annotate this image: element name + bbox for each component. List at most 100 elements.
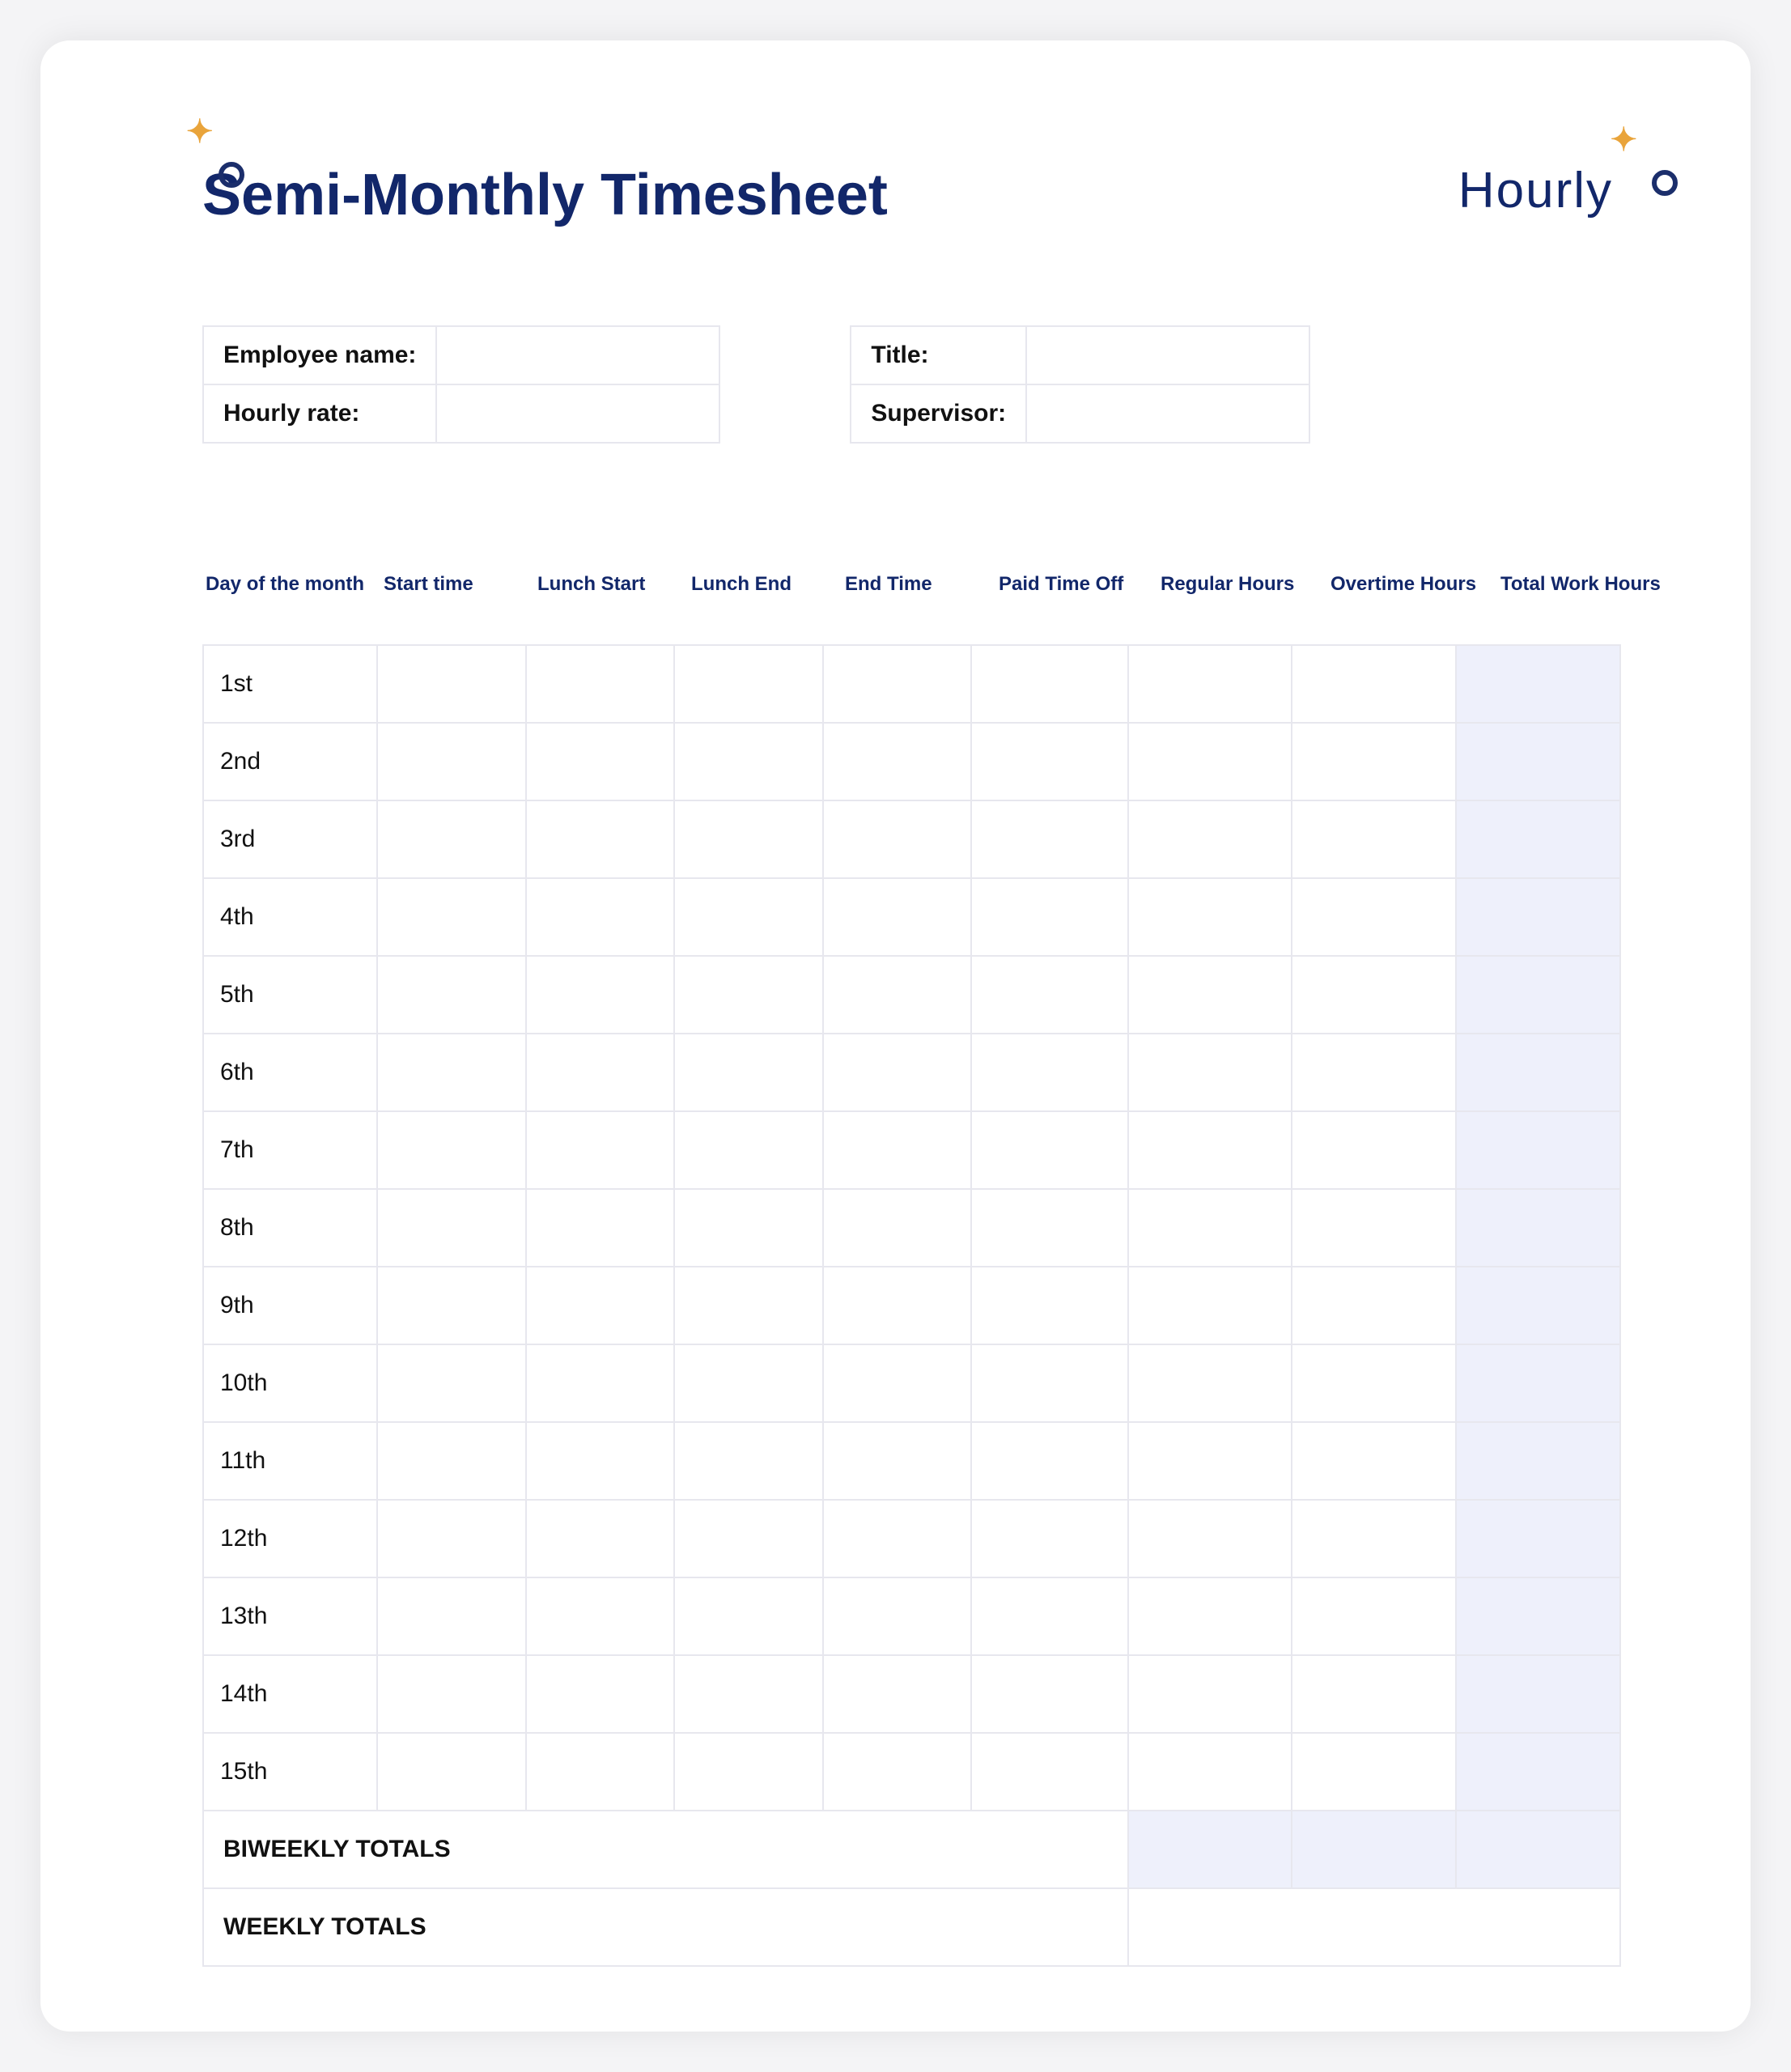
cell-regular[interactable] (1128, 1189, 1292, 1267)
cell-overtime[interactable] (1292, 1655, 1456, 1733)
cell-end[interactable] (823, 1422, 972, 1500)
cell-pto[interactable] (971, 1577, 1127, 1655)
cell-lunch-end[interactable] (674, 645, 823, 723)
cell-end[interactable] (823, 1655, 972, 1733)
cell-regular[interactable] (1128, 1422, 1292, 1500)
cell-overtime[interactable] (1292, 1577, 1456, 1655)
cell-pto[interactable] (971, 878, 1127, 956)
cell-overtime[interactable] (1292, 645, 1456, 723)
cell-lunch-start[interactable] (526, 878, 675, 956)
cell-pto[interactable] (971, 1267, 1127, 1344)
cell-start[interactable] (377, 645, 526, 723)
cell-end[interactable] (823, 1267, 972, 1344)
cell-pto[interactable] (971, 1034, 1127, 1111)
input-hourly-rate[interactable] (436, 384, 719, 443)
cell-start[interactable] (377, 1422, 526, 1500)
cell-end[interactable] (823, 1577, 972, 1655)
cell-lunch-end[interactable] (674, 1034, 823, 1111)
cell-lunch-end[interactable] (674, 1422, 823, 1500)
cell-regular[interactable] (1128, 1111, 1292, 1189)
cell-pto[interactable] (971, 1500, 1127, 1577)
cell-end[interactable] (823, 723, 972, 800)
cell-end[interactable] (823, 800, 972, 878)
cell-end[interactable] (823, 1111, 972, 1189)
cell-overtime[interactable] (1292, 723, 1456, 800)
cell-lunch-start[interactable] (526, 1267, 675, 1344)
cell-start[interactable] (377, 1577, 526, 1655)
cell-overtime[interactable] (1292, 1111, 1456, 1189)
cell-overtime[interactable] (1292, 800, 1456, 878)
cell-start[interactable] (377, 1344, 526, 1422)
cell-lunch-end[interactable] (674, 723, 823, 800)
cell-start[interactable] (377, 1111, 526, 1189)
cell-start[interactable] (377, 723, 526, 800)
cell-lunch-start[interactable] (526, 956, 675, 1034)
cell-lunch-start[interactable] (526, 1577, 675, 1655)
cell-overtime[interactable] (1292, 1733, 1456, 1811)
cell-lunch-end[interactable] (674, 1655, 823, 1733)
cell-lunch-end[interactable] (674, 1344, 823, 1422)
cell-start[interactable] (377, 1189, 526, 1267)
cell-regular[interactable] (1128, 1733, 1292, 1811)
cell-pto[interactable] (971, 1344, 1127, 1422)
cell-lunch-start[interactable] (526, 1111, 675, 1189)
cell-start[interactable] (377, 1267, 526, 1344)
cell-regular[interactable] (1128, 1500, 1292, 1577)
cell-lunch-end[interactable] (674, 1577, 823, 1655)
cell-end[interactable] (823, 1034, 972, 1111)
cell-pto[interactable] (971, 1655, 1127, 1733)
cell-start[interactable] (377, 878, 526, 956)
cell-end[interactable] (823, 645, 972, 723)
cell-regular[interactable] (1128, 800, 1292, 878)
cell-overtime[interactable] (1292, 1500, 1456, 1577)
cell-regular[interactable] (1128, 645, 1292, 723)
cell-lunch-start[interactable] (526, 1344, 675, 1422)
input-supervisor[interactable] (1026, 384, 1309, 443)
cell-lunch-start[interactable] (526, 800, 675, 878)
cell-pto[interactable] (971, 645, 1127, 723)
cell-pto[interactable] (971, 1422, 1127, 1500)
cell-lunch-end[interactable] (674, 1733, 823, 1811)
cell-regular[interactable] (1128, 878, 1292, 956)
cell-pto[interactable] (971, 723, 1127, 800)
cell-overtime[interactable] (1292, 1267, 1456, 1344)
cell-overtime[interactable] (1292, 1422, 1456, 1500)
cell-overtime[interactable] (1292, 878, 1456, 956)
cell-overtime[interactable] (1292, 1189, 1456, 1267)
cell-lunch-start[interactable] (526, 1733, 675, 1811)
cell-end[interactable] (823, 1344, 972, 1422)
cell-pto[interactable] (971, 1733, 1127, 1811)
cell-start[interactable] (377, 800, 526, 878)
cell-lunch-end[interactable] (674, 1189, 823, 1267)
cell-lunch-start[interactable] (526, 1500, 675, 1577)
cell-lunch-start[interactable] (526, 1655, 675, 1733)
cell-lunch-start[interactable] (526, 645, 675, 723)
cell-lunch-end[interactable] (674, 800, 823, 878)
cell-regular[interactable] (1128, 1034, 1292, 1111)
cell-lunch-end[interactable] (674, 1267, 823, 1344)
cell-lunch-start[interactable] (526, 1422, 675, 1500)
cell-start[interactable] (377, 1034, 526, 1111)
cell-start[interactable] (377, 1655, 526, 1733)
cell-lunch-end[interactable] (674, 878, 823, 956)
cell-lunch-start[interactable] (526, 1034, 675, 1111)
cell-lunch-end[interactable] (674, 1111, 823, 1189)
cell-start[interactable] (377, 1733, 526, 1811)
cell-pto[interactable] (971, 956, 1127, 1034)
cell-lunch-end[interactable] (674, 956, 823, 1034)
cell-end[interactable] (823, 1189, 972, 1267)
cell-regular[interactable] (1128, 1577, 1292, 1655)
cell-overtime[interactable] (1292, 956, 1456, 1034)
cell-lunch-start[interactable] (526, 723, 675, 800)
cell-lunch-end[interactable] (674, 1500, 823, 1577)
cell-pto[interactable] (971, 800, 1127, 878)
cell-regular[interactable] (1128, 1267, 1292, 1344)
cell-overtime[interactable] (1292, 1344, 1456, 1422)
cell-start[interactable] (377, 956, 526, 1034)
cell-start[interactable] (377, 1500, 526, 1577)
cell-end[interactable] (823, 956, 972, 1034)
cell-regular[interactable] (1128, 956, 1292, 1034)
cell-regular[interactable] (1128, 723, 1292, 800)
cell-end[interactable] (823, 1500, 972, 1577)
cell-end[interactable] (823, 878, 972, 956)
